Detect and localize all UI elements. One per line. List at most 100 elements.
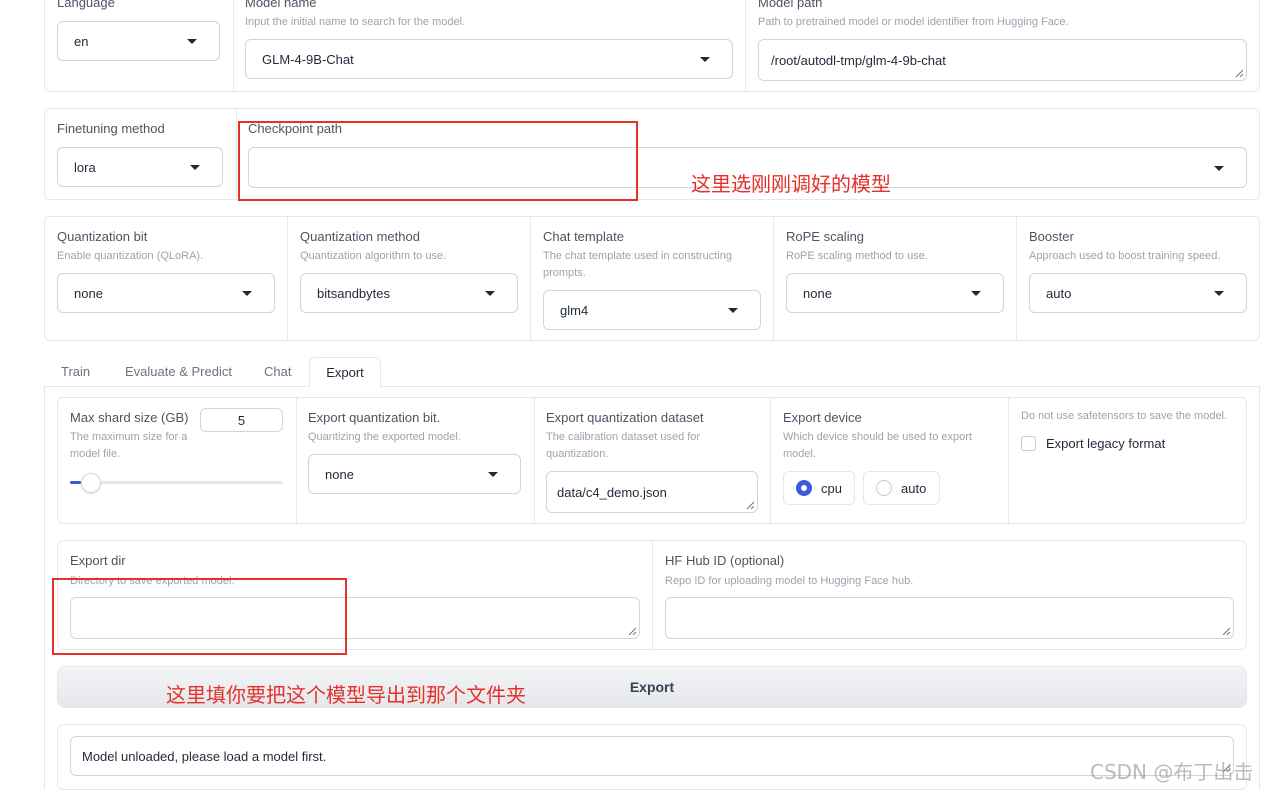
export-device-option-auto[interactable]: auto <box>863 471 940 505</box>
divider <box>296 398 297 523</box>
chevron-down-icon <box>190 165 200 170</box>
max-shard-slider-thumb[interactable] <box>80 473 101 493</box>
divider <box>773 217 774 340</box>
radio-unselected-icon <box>876 480 892 496</box>
annotation-text-export-dir: 这里填你要把这个模型导出到那个文件夹 <box>166 683 526 707</box>
booster-info: Approach used to boost training speed. <box>1029 250 1221 262</box>
divider <box>233 0 234 91</box>
rope-scaling-value: none <box>803 285 832 301</box>
hub-id-label: HF Hub ID (optional) <box>665 553 785 568</box>
chevron-down-icon <box>187 39 197 44</box>
quantization-method-info: Quantization algorithm to use. <box>300 250 447 262</box>
tab-content-border <box>44 386 45 790</box>
export-device-info: Which device should be used to export mo… <box>783 431 972 460</box>
max-shard-slider-fill <box>70 481 81 484</box>
export-quant-dataset-info: The calibration dataset used for quantiz… <box>546 431 701 460</box>
divider <box>530 217 531 340</box>
quantization-bit-dropdown[interactable]: none <box>57 273 275 313</box>
max-shard-info: The maximum size for a model file. <box>70 431 188 460</box>
model-path-label: Model path <box>758 0 823 10</box>
tab-export-label: Export <box>326 365 364 380</box>
divider <box>745 0 746 91</box>
legacy-checkbox[interactable] <box>1021 436 1036 451</box>
hub-id-textbox[interactable] <box>665 597 1234 639</box>
export-quant-dataset-textbox[interactable]: data/c4_demo.json <box>546 471 758 513</box>
export-quant-dataset-label: Export quantization dataset <box>546 410 704 425</box>
chevron-down-icon <box>1214 165 1224 171</box>
hub-id-info: Repo ID for uploading model to Hugging F… <box>665 575 914 587</box>
annotation-box-checkpoint <box>238 121 638 201</box>
chevron-down-icon <box>728 308 738 313</box>
divider <box>534 398 535 523</box>
chevron-down-icon <box>242 291 252 296</box>
model-name-info: Input the initial name to search for the… <box>245 16 466 28</box>
export-device-option-cpu[interactable]: cpu <box>783 471 855 505</box>
export-dir-label: Export dir <box>70 553 126 568</box>
legacy-checkbox-label[interactable]: Export legacy format <box>1046 436 1165 451</box>
resize-handle-icon[interactable] <box>1235 69 1243 77</box>
max-shard-label: Max shard size (GB) <box>70 410 189 425</box>
divider <box>652 541 653 649</box>
rope-scaling-dropdown[interactable]: none <box>786 273 1004 313</box>
model-path-info: Path to pretrained model or model identi… <box>758 16 1069 28</box>
divider <box>236 109 237 199</box>
export-quant-bit-value: none <box>325 466 354 482</box>
chevron-down-icon <box>485 291 495 296</box>
export-button-label: Export <box>629 679 675 695</box>
annotation-text-checkpoint: 这里选刚刚调好的模型 <box>691 172 891 196</box>
chat-template-dropdown[interactable]: glm4 <box>543 290 761 330</box>
quantization-bit-value: none <box>74 285 103 301</box>
export-device-label: Export device <box>783 410 862 425</box>
export-quant-dataset-value: data/c4_demo.json <box>557 484 667 500</box>
tab-evaluate-predict[interactable]: Evaluate & Predict <box>125 364 232 379</box>
export-quant-bit-info: Quantizing the exported model. <box>308 431 461 443</box>
legacy-info: Do not use safetensors to save the model… <box>1021 410 1228 422</box>
quantization-method-value: bitsandbytes <box>317 285 390 301</box>
radio-selected-icon <box>796 480 812 496</box>
resize-handle-icon[interactable] <box>1222 627 1230 635</box>
model-path-value: /root/autodl-tmp/glm-4-9b-chat <box>771 52 946 68</box>
tab-chat[interactable]: Chat <box>264 364 291 379</box>
model-name-label: Model name <box>245 0 317 10</box>
language-dropdown[interactable]: en <box>57 21 220 61</box>
export-device-option-auto-label: auto <box>901 480 927 496</box>
divider <box>1008 398 1009 523</box>
resize-handle-icon[interactable] <box>746 501 754 509</box>
tab-train[interactable]: Train <box>61 364 90 379</box>
tab-export[interactable]: Export <box>309 357 381 388</box>
booster-dropdown[interactable]: auto <box>1029 273 1247 313</box>
model-name-dropdown[interactable]: GLM-4-9B-Chat <box>245 39 733 79</box>
chevron-down-icon <box>488 472 498 477</box>
quantization-bit-label: Quantization bit <box>57 229 148 244</box>
divider <box>770 398 771 523</box>
export-device-option-cpu-label: cpu <box>821 480 842 496</box>
rope-scaling-label: RoPE scaling <box>786 229 865 244</box>
model-name-value: GLM-4-9B-Chat <box>262 51 354 67</box>
chat-template-label: Chat template <box>543 229 624 244</box>
divider <box>287 217 288 340</box>
watermark: CSDN @布丁出击 <box>1090 760 1254 784</box>
export-quant-bit-label: Export quantization bit. <box>308 410 441 425</box>
tab-bar-line <box>44 386 1260 387</box>
resize-handle-icon[interactable] <box>628 627 636 635</box>
finetuning-method-label: Finetuning method <box>57 121 165 136</box>
max-shard-slider-track[interactable] <box>70 481 283 484</box>
chat-template-value: glm4 <box>560 302 589 318</box>
tab-content-border <box>1259 386 1260 790</box>
language-value: en <box>74 33 89 49</box>
language-label: Language <box>57 0 115 10</box>
chat-template-info: The chat template used in constructing p… <box>543 250 732 279</box>
model-path-textbox[interactable]: /root/autodl-tmp/glm-4-9b-chat <box>758 39 1247 81</box>
chevron-down-icon <box>1214 291 1224 296</box>
chevron-down-icon <box>700 57 710 62</box>
output-text: Model unloaded, please load a model firs… <box>82 748 327 764</box>
rope-scaling-info: RoPE scaling method to use. <box>786 250 928 262</box>
export-quant-bit-dropdown[interactable]: none <box>308 454 521 494</box>
finetuning-method-dropdown[interactable]: lora <box>57 147 223 187</box>
divider <box>1016 217 1017 340</box>
quantization-method-dropdown[interactable]: bitsandbytes <box>300 273 518 313</box>
max-shard-number-input[interactable]: 5 <box>200 408 283 432</box>
max-shard-value: 5 <box>237 412 246 428</box>
booster-value: auto <box>1046 285 1072 301</box>
output-textbox[interactable]: Model unloaded, please load a model firs… <box>70 736 1234 776</box>
